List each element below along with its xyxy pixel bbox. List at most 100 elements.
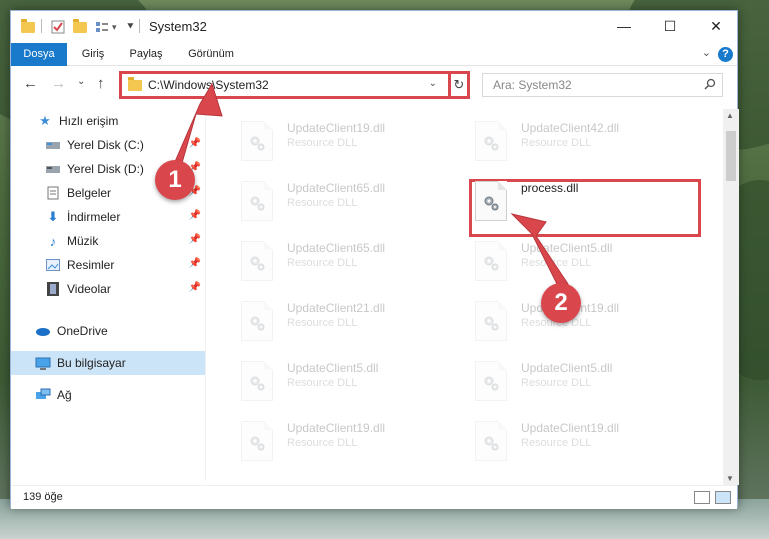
- gear-icon: [484, 136, 499, 151]
- sidebar-item-network[interactable]: Ağ: [11, 383, 205, 407]
- step-2-badge: 2: [541, 283, 581, 323]
- sidebar-item-this-pc[interactable]: Bu bilgisayar: [11, 351, 205, 375]
- file-item[interactable]: UpdateClient19.dll Resource DLL: [213, 415, 443, 471]
- download-icon: ⬇: [47, 209, 59, 224]
- dll-file-icon: [475, 421, 507, 461]
- file-item[interactable]: UpdateClient65.dll Resource DLL: [213, 235, 443, 291]
- sidebar-item-label: Videolar: [67, 282, 111, 296]
- file-item[interactable]: UpdateClient21.dll Resource DLL: [213, 295, 443, 351]
- explorer-window: ▾ ⯆ System32 — ☐ ✕ Dosya Giriş Paylaş Gö…: [10, 10, 739, 509]
- pin-icon[interactable]: 📌: [189, 210, 201, 221]
- item-count: 139 öğe: [23, 491, 63, 503]
- file-item[interactable]: UpdateClient19.dll Resource DLL: [447, 415, 677, 471]
- address-path: C:\Windows\System32: [148, 78, 269, 92]
- ribbon-tabs: Dosya Giriş Paylaş Görünüm ⌄ ?: [11, 43, 737, 66]
- file-item[interactable]: UpdateClient5.dll Resource DLL: [447, 355, 677, 411]
- sidebar-item-quick-access[interactable]: ★ Hızlı erişim: [11, 109, 205, 133]
- forward-button[interactable]: →: [51, 75, 66, 92]
- properties-icon[interactable]: [51, 18, 65, 36]
- pin-icon[interactable]: 📌: [189, 282, 201, 293]
- vertical-scrollbar[interactable]: ▲ ▼: [723, 109, 739, 485]
- file-type: Resource DLL: [287, 317, 358, 329]
- gear-icon: [484, 436, 499, 451]
- scroll-down-icon[interactable]: ▼: [726, 474, 734, 483]
- help-button[interactable]: ?: [718, 47, 733, 62]
- file-name: UpdateClient19.dll: [521, 421, 620, 435]
- tab-file[interactable]: Dosya: [11, 43, 67, 66]
- pictures-icon: [45, 257, 61, 273]
- sidebar-item-onedrive[interactable]: OneDrive: [11, 319, 205, 343]
- pin-icon[interactable]: 📌: [189, 258, 201, 269]
- title-bar: ▾ ⯆ System32 — ☐ ✕: [11, 11, 737, 43]
- recent-locations-button[interactable]: ⌄: [77, 76, 85, 87]
- file-item[interactable]: UpdateClient42.dll Resource DLL: [447, 115, 677, 171]
- sidebar-item-music[interactable]: ♪ Müzik 📌: [11, 229, 205, 253]
- gear-icon: [484, 196, 499, 211]
- expand-ribbon-icon[interactable]: ⌄: [702, 46, 711, 59]
- view-options-icon[interactable]: [95, 18, 109, 36]
- gear-icon: [250, 256, 265, 271]
- window-title: System32: [149, 19, 207, 34]
- file-type: Resource DLL: [521, 137, 592, 149]
- customize-toolbar-icon[interactable]: ▾: [112, 18, 117, 36]
- gear-icon: [484, 316, 499, 331]
- chevron-down-icon[interactable]: ⌄: [429, 78, 437, 89]
- tab-home[interactable]: Giriş: [73, 43, 113, 66]
- file-type: Resource DLL: [287, 197, 358, 209]
- dll-file-icon: [241, 181, 273, 221]
- search-input[interactable]: Ara: System32: [482, 73, 723, 97]
- minimize-button[interactable]: —: [601, 11, 647, 41]
- dll-file-icon: [241, 421, 273, 461]
- gear-icon: [250, 196, 265, 211]
- sidebar-item-videos[interactable]: Videolar 📌: [11, 277, 205, 301]
- tab-share[interactable]: Paylaş: [123, 43, 169, 66]
- file-item[interactable]: UpdateClient65.dll Resource DLL: [213, 175, 443, 231]
- up-button[interactable]: ↑: [97, 75, 105, 92]
- details-view-icon[interactable]: [694, 491, 710, 504]
- dll-file-icon: [241, 301, 273, 341]
- file-type: Resource DLL: [287, 377, 358, 389]
- gear-icon: [250, 316, 265, 331]
- gear-icon: [484, 376, 499, 391]
- file-item[interactable]: UpdateClient19.dll Resource DLL: [213, 115, 443, 171]
- sidebar-item-label: Yerel Disk (C:): [67, 138, 144, 152]
- file-name: UpdateClient65.dll: [287, 241, 386, 255]
- search-placeholder: Ara: System32: [493, 78, 572, 92]
- pin-icon[interactable]: 📌: [189, 138, 201, 149]
- scroll-up-icon[interactable]: ▲: [726, 111, 734, 120]
- large-icons-view-icon[interactable]: [715, 491, 731, 504]
- file-name: UpdateClient5.dll: [521, 241, 613, 255]
- file-list: UpdateClient19.dll Resource DLL UpdateClie…: [207, 109, 721, 481]
- dll-file-icon: [475, 361, 507, 401]
- new-folder-icon[interactable]: [73, 18, 87, 36]
- sidebar-item-label: Resimler: [67, 258, 115, 272]
- scroll-thumb[interactable]: [726, 131, 736, 181]
- file-type: Resource DLL: [521, 377, 592, 389]
- close-button[interactable]: ✕: [693, 11, 739, 41]
- address-bar[interactable]: C:\Windows\System32 ⌄: [119, 71, 470, 99]
- qa-dropdown-icon[interactable]: ⯆: [126, 18, 135, 36]
- dll-file-icon: [241, 361, 273, 401]
- navigation-bar: ← → ⌄ ↑ C:\Windows\System32 ⌄ ↻ Ara: Sys…: [11, 67, 737, 103]
- music-icon: ♪: [49, 233, 57, 249]
- folder-icon: [21, 18, 35, 36]
- drive-icon: [45, 137, 61, 153]
- file-type: Resource DLL: [521, 257, 592, 269]
- tab-view[interactable]: Görünüm: [181, 43, 241, 66]
- dll-file-icon: [475, 301, 507, 341]
- search-icon[interactable]: [704, 78, 716, 90]
- refresh-button[interactable]: ↻: [448, 71, 470, 99]
- file-name: UpdateClient19.dll: [287, 421, 386, 435]
- gear-icon: [250, 376, 265, 391]
- sidebar-item-downloads[interactable]: ⬇ İndirmeler 📌: [11, 205, 205, 229]
- file-item-process-dll[interactable]: process.dll: [447, 175, 677, 231]
- sidebar-item-label: OneDrive: [57, 324, 108, 338]
- sidebar-item-label: Hızlı erişim: [59, 114, 119, 128]
- sidebar-item-local-disk-c[interactable]: Yerel Disk (C:) 📌: [11, 133, 205, 157]
- back-button[interactable]: ←: [23, 75, 38, 92]
- file-item[interactable]: UpdateClient5.dll Resource DLL: [213, 355, 443, 411]
- maximize-button[interactable]: ☐: [647, 11, 693, 41]
- sidebar-item-pictures[interactable]: Resimler 📌: [11, 253, 205, 277]
- sidebar-item-label: Müzik: [67, 234, 99, 248]
- pin-icon[interactable]: 📌: [189, 234, 201, 245]
